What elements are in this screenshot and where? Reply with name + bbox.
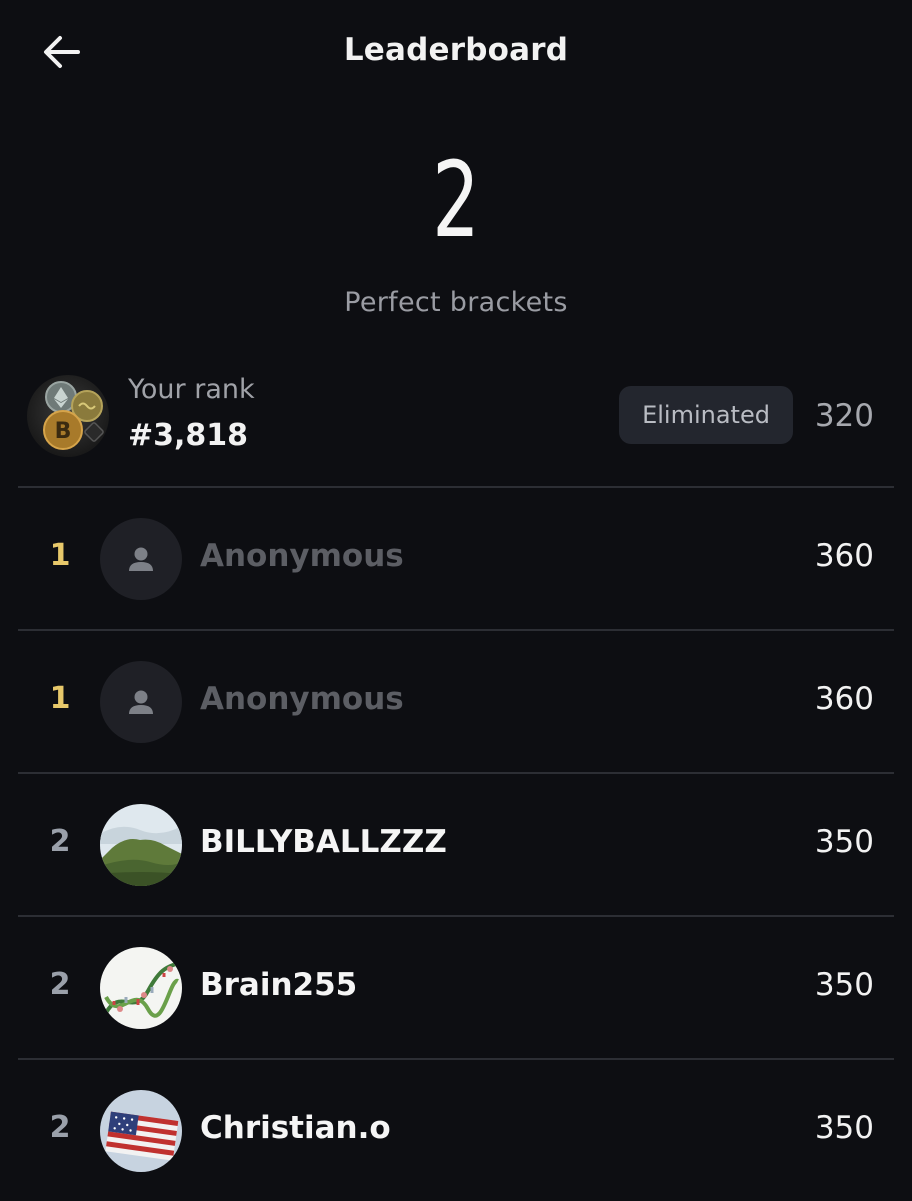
avatar [100,518,182,600]
row-name: Brain255 [200,967,358,1003]
perfect-brackets-count: 2 [432,139,480,261]
leaderboard-row[interactable]: 2 Brain255 350 [0,917,912,1058]
leaderboard-row[interactable]: 1 Anonymous 360 [0,631,912,772]
avatar [100,804,182,886]
person-icon [129,690,153,714]
avatar [100,1090,182,1172]
row-name: Christian.o [200,1110,391,1146]
row-rank: 1 [49,681,71,716]
row-rank: 2 [49,967,71,1002]
row-score: 360 [814,681,874,717]
avatar [100,947,182,1029]
status-badge: Eliminated [619,386,793,444]
person-icon [129,547,153,571]
leaderboard-row[interactable]: 2 BILLYBALLZZZ 350 [0,774,912,915]
your-rank-label: Your rank [128,374,255,405]
row-rank: 2 [49,1110,71,1145]
row-name: Anonymous [200,681,404,717]
mountain-photo-icon [100,804,182,886]
page-title: Leaderboard [343,32,569,68]
row-name: BILLYBALLZZZ [200,824,447,860]
top-bar: Leaderboard [0,0,912,104]
dna-photo-icon [100,947,182,1029]
leaderboard-row[interactable]: 1 Anonymous 360 [0,488,912,629]
flag-photo-icon [100,1090,182,1172]
row-score: 360 [814,538,874,574]
my-rank-row[interactable]: B Your rank #3,818 Eliminated 320 [0,360,912,486]
row-rank: 1 [49,538,71,573]
crypto-coins-icon: B [43,381,104,450]
leaderboard-row[interactable]: 2 Christian.o 350 [0,1060,912,1201]
svg-text:B: B [55,419,72,444]
row-rank: 2 [49,824,71,859]
row-score: 350 [814,967,874,1003]
row-name: Anonymous [200,538,404,574]
your-rank-value: #3,818 [128,418,249,453]
your-score: 320 [814,398,874,434]
row-score: 350 [814,824,874,860]
row-score: 350 [814,1110,874,1146]
perfect-brackets-label: Perfect brackets [344,287,568,318]
avatar: B [27,375,109,457]
avatar [100,661,182,743]
